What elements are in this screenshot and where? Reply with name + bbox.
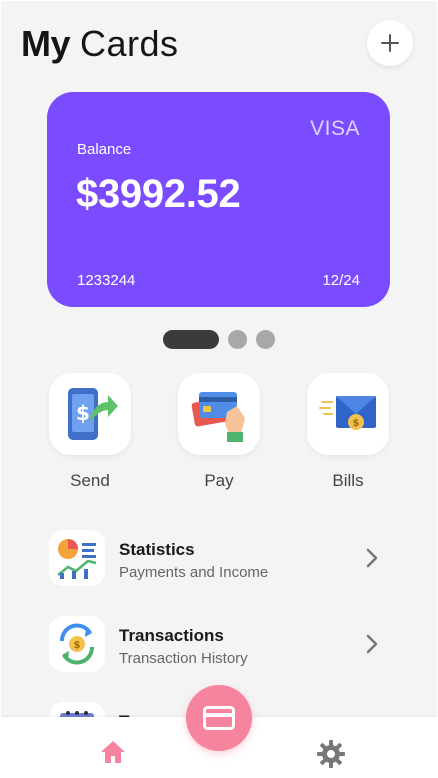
title-light: Cards <box>80 23 179 64</box>
bill-envelope-icon: $ <box>319 396 376 430</box>
home-icon[interactable] <box>99 739 127 765</box>
add-card-button[interactable] <box>367 20 413 66</box>
transactions-title: Transactions <box>119 626 224 645</box>
plus-icon <box>381 34 399 52</box>
bills-label: Bills <box>332 471 364 490</box>
card-brand: VISA <box>310 117 360 140</box>
send-tile[interactable]: $ <box>49 373 131 455</box>
svg-text:$: $ <box>353 418 360 429</box>
menu-item-transactions[interactable]: $ Transactions Transaction History <box>49 616 389 672</box>
send-label: Send <box>70 471 110 490</box>
chevron-right-icon <box>366 548 378 568</box>
app-screen: My Cards VISA Balance $3992.52 1233244 1… <box>1 1 437 777</box>
card-payment-icon <box>191 392 245 442</box>
svg-text:$: $ <box>74 640 81 651</box>
statistics-subtitle: Payments and Income <box>119 564 269 581</box>
card-expiry: 12/24 <box>322 272 360 289</box>
carousel-indicator <box>163 330 275 349</box>
credit-card[interactable]: VISA Balance $3992.52 1233244 12/24 <box>47 92 390 307</box>
carousel-dot-active[interactable] <box>163 330 219 349</box>
send-action[interactable]: $ Send <box>49 373 131 491</box>
transactions-thumb: $ <box>49 616 105 672</box>
pay-action[interactable]: Pay <box>178 373 260 491</box>
title-bold: My <box>21 23 71 64</box>
menu-item-statistics[interactable]: Statistics Payments and Income <box>49 530 389 586</box>
settings-icon[interactable] <box>316 739 346 769</box>
pay-label: Pay <box>204 471 234 490</box>
card-icon <box>203 706 235 730</box>
statistics-title: Statistics <box>119 540 195 559</box>
card-fab-button[interactable] <box>186 685 252 751</box>
pay-tile[interactable] <box>178 373 260 455</box>
carousel-dot[interactable] <box>256 330 275 349</box>
bills-action[interactable]: $ Bills <box>307 373 389 491</box>
bills-tile[interactable]: $ <box>307 373 389 455</box>
balance-value: $3992.52 <box>76 172 241 216</box>
send-money-icon: $ <box>68 388 118 440</box>
statistics-icon <box>57 539 97 579</box>
card-number: 1233244 <box>77 272 136 289</box>
svg-text:$: $ <box>76 401 90 425</box>
statistics-thumb <box>49 530 105 586</box>
chevron-right-icon <box>366 634 378 654</box>
transactions-icon: $ <box>59 623 95 665</box>
carousel-dot[interactable] <box>228 330 247 349</box>
transactions-subtitle: Transaction History <box>119 650 248 667</box>
balance-label: Balance <box>77 141 132 158</box>
page-title: My Cards <box>21 23 179 64</box>
